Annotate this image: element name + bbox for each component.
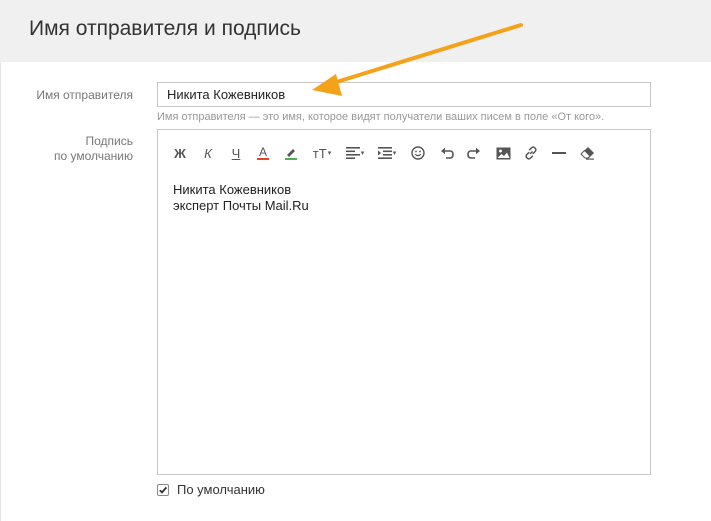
emoji-button[interactable] [409,144,427,162]
text-color-button[interactable]: A [255,144,271,162]
align-left-icon [345,147,360,159]
default-checkbox-row[interactable]: По умолчанию [157,482,265,497]
bold-button[interactable]: Ж [172,144,188,162]
font-size-icon: тТ [312,145,327,161]
signature-label-line1: Подпись [85,134,134,148]
text-color-icon: A [258,145,267,159]
font-size-button[interactable]: тТ ▾ [310,144,334,162]
sender-name-hint: Имя отправителя — это имя, которое видят… [157,111,605,123]
indent-button[interactable]: ▾ [375,144,399,162]
background-color-button[interactable] [282,144,300,162]
underline-button[interactable]: Ч [228,144,244,162]
chevron-down-icon: ▾ [360,150,365,157]
image-icon [496,147,510,159]
signature-line-1: Никита Кожевников [173,182,292,197]
default-checkbox[interactable] [157,483,169,496]
signature-line-2: эксперт Почты Mail.Ru [173,198,309,213]
editor-toolbar: Ж К Ч A тТ ▾ ▾ ▾ [158,130,650,174]
smiley-icon [411,146,425,160]
italic-button[interactable]: К [200,144,216,162]
checkmark-icon [159,486,168,494]
signature-label: Подпись по умолчанию [20,134,133,164]
clear-formatting-button[interactable] [579,144,595,162]
bold-icon: Ж [174,145,186,161]
undo-icon [441,147,454,159]
chevron-down-icon: ▾ [392,150,397,157]
signature-label-line2: по умолчанию [53,149,133,163]
signature-content[interactable]: Никита Кожевников эксперт Почты Mail.Ru [173,182,309,214]
horizontal-line-icon [552,152,566,154]
sender-name-label: Имя отправителя [36,88,133,102]
underline-icon: Ч [231,145,241,161]
undo-button[interactable] [439,144,455,162]
redo-button[interactable] [466,144,482,162]
insert-link-button[interactable] [523,144,539,162]
text-color-bar [257,158,269,160]
sender-name-input[interactable] [157,82,651,107]
link-icon [525,146,537,160]
default-checkbox-label: По умолчанию [177,482,265,497]
insert-image-button[interactable] [494,144,512,162]
highlight-icon [285,149,297,160]
align-button[interactable]: ▾ [343,144,367,162]
signature-editor: Ж К Ч A тТ ▾ ▾ ▾ Никита Кожевников экспе… [157,129,651,475]
page-title: Имя отправителя и подпись [29,17,301,40]
redo-icon [467,147,480,159]
horizontal-rule-button[interactable] [551,144,567,162]
chevron-down-icon: ▾ [327,150,332,157]
page-header: Имя отправителя и подпись [0,0,711,62]
italic-icon: К [204,145,212,161]
indent-icon [377,147,392,159]
eraser-icon [579,147,594,160]
